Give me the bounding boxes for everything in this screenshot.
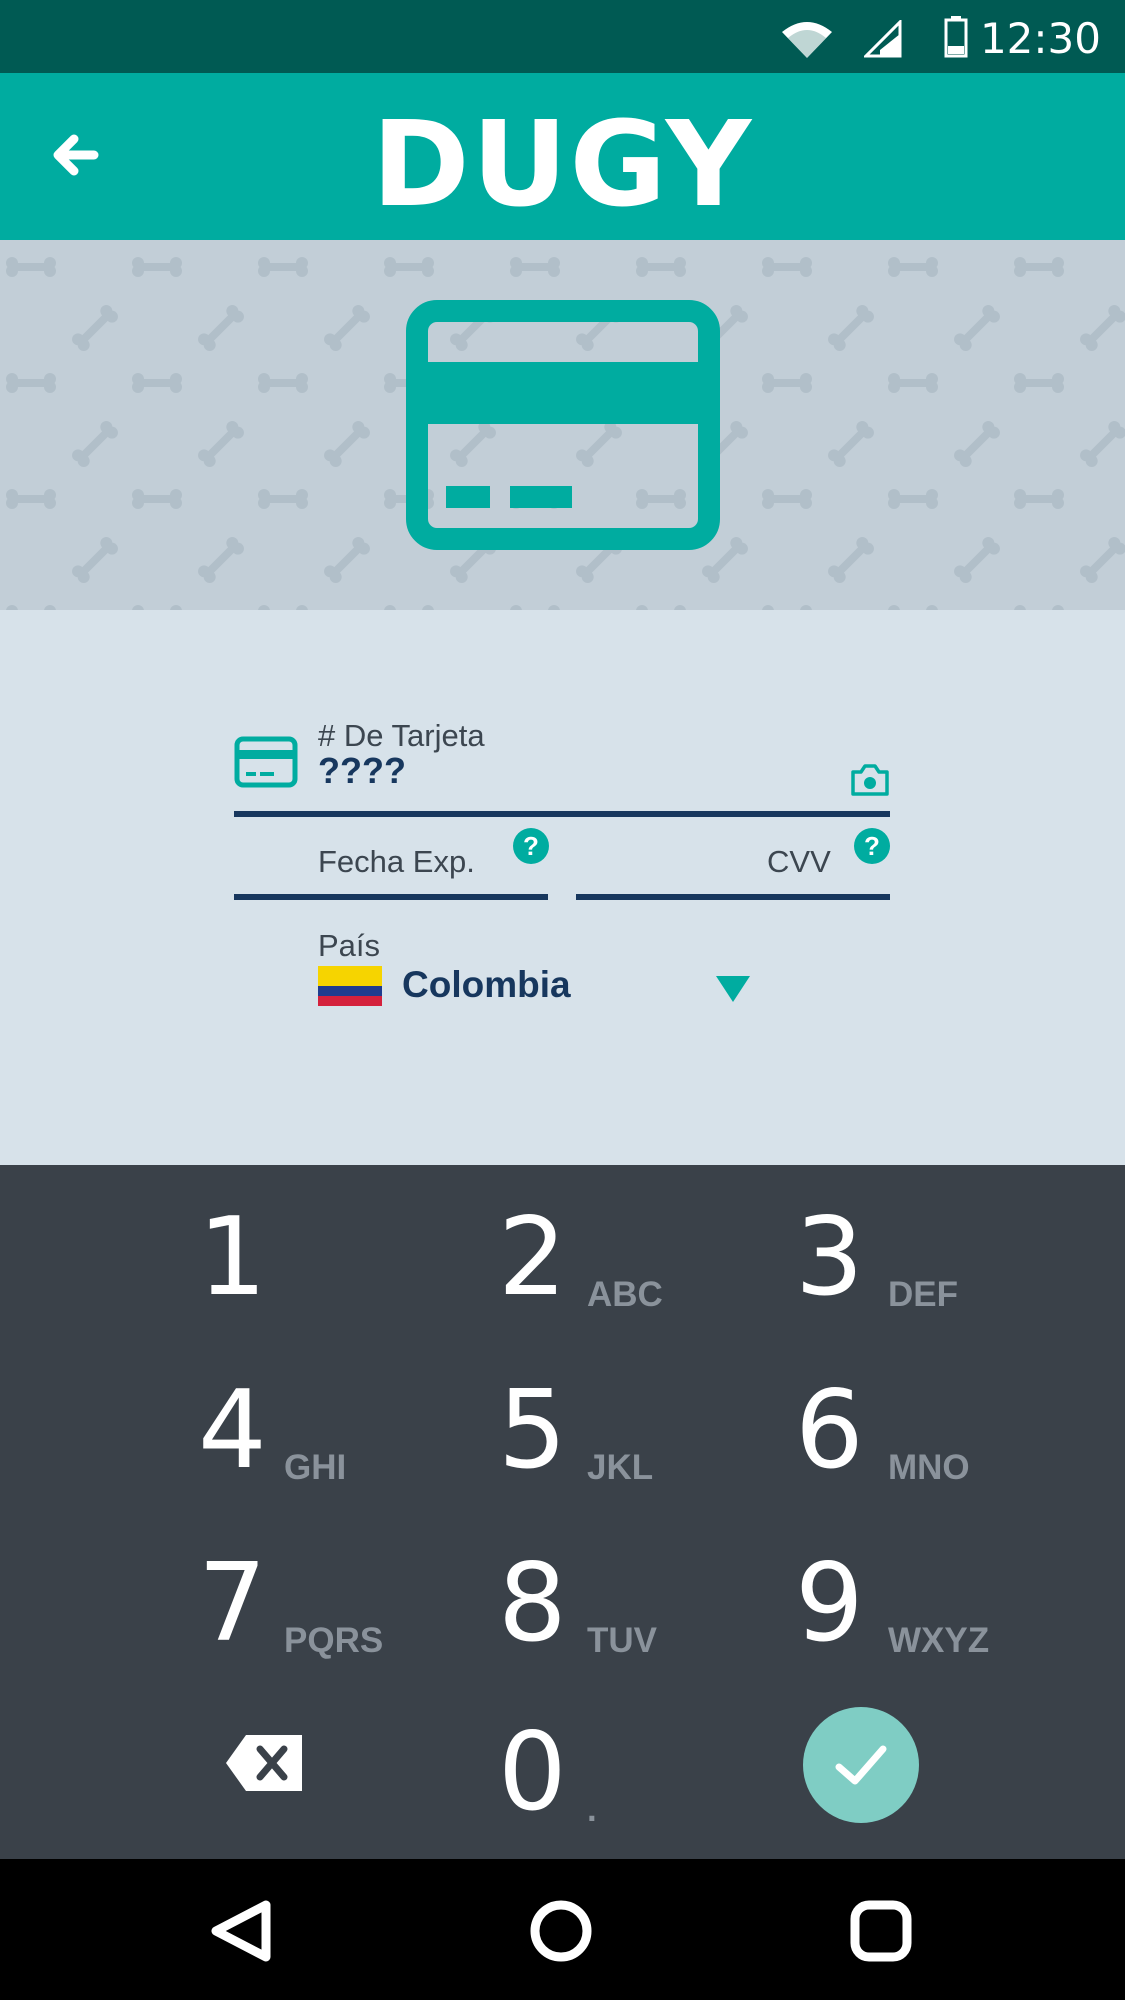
key-letters: JKL — [587, 1448, 654, 1487]
key-digit: 5 — [498, 1368, 567, 1493]
country-select[interactable]: Colombia — [402, 964, 571, 1006]
key-0[interactable]: 0 . — [498, 1700, 798, 1850]
numeric-keypad: 1 2 ABC 3 DEF 4 GHI 5 JKL 6 MNO 7 PQRS 8… — [0, 1165, 1125, 1859]
app-logo: DUGY — [371, 95, 754, 233]
key-digit: 3 — [795, 1195, 864, 1320]
confirm-button[interactable] — [803, 1707, 919, 1823]
key-5[interactable]: 5 JKL — [498, 1358, 798, 1508]
key-digit: 1 — [198, 1195, 267, 1320]
nav-recents-icon[interactable] — [848, 1899, 914, 1963]
clock: 12:30 — [979, 14, 1101, 63]
key-digit: 2 — [498, 1195, 567, 1320]
dropdown-arrow-icon[interactable] — [716, 976, 750, 1002]
key-9[interactable]: 9 WXYZ — [795, 1531, 1095, 1681]
key-letters: WXYZ — [888, 1621, 990, 1660]
key-letters: TUV — [587, 1621, 657, 1660]
key-letters: ABC — [587, 1275, 663, 1314]
key-letters: PQRS — [284, 1621, 384, 1660]
key-3[interactable]: 3 DEF — [795, 1185, 1095, 1335]
key-letters: DEF — [888, 1275, 958, 1314]
key-1[interactable]: 1 — [198, 1185, 498, 1335]
key-8[interactable]: 8 TUV — [498, 1531, 798, 1681]
expiry-underline — [234, 894, 548, 900]
key-digit: 7 — [198, 1541, 267, 1666]
key-7[interactable]: 7 PQRS — [198, 1531, 498, 1681]
camera-icon[interactable] — [849, 762, 891, 798]
cvv-field[interactable]: CVV — [767, 844, 831, 880]
cell-signal-icon — [864, 20, 902, 58]
key-4[interactable]: 4 GHI — [198, 1358, 498, 1508]
app-bar: DUGY — [0, 73, 1125, 240]
key-digit: 4 — [198, 1368, 267, 1493]
key-digit: 8 — [498, 1541, 567, 1666]
colombia-flag-icon — [318, 966, 382, 1006]
card-field-icon — [234, 736, 298, 788]
credit-card-icon — [406, 300, 720, 550]
wifi-icon — [782, 22, 832, 58]
status-bar: 12:30 — [0, 0, 1125, 73]
key-6[interactable]: 6 MNO — [795, 1358, 1095, 1508]
payment-form: # De Tarjeta ???? Fecha Exp. ? CVV ? Paí… — [0, 610, 1125, 1165]
country-label: País — [318, 928, 381, 963]
cvv-underline — [576, 894, 890, 900]
battery-icon — [944, 16, 968, 58]
key-digit: 0 — [498, 1710, 567, 1835]
hero-banner — [0, 240, 1125, 610]
expiry-field[interactable]: Fecha Exp. — [318, 844, 475, 880]
nav-home-icon[interactable] — [528, 1899, 594, 1963]
nav-back-icon[interactable] — [208, 1899, 274, 1963]
key-letters: MNO — [888, 1448, 970, 1487]
expiry-help-icon[interactable]: ? — [513, 828, 549, 864]
checkmark-icon — [835, 1745, 887, 1785]
key-digit: 9 — [795, 1541, 864, 1666]
card-number-input[interactable]: ???? — [318, 750, 406, 792]
cvv-help-icon[interactable]: ? — [854, 828, 890, 864]
key-decimal: . — [587, 1790, 597, 1829]
key-letters: GHI — [284, 1448, 347, 1487]
system-nav-bar — [0, 1859, 1125, 2000]
card-number-label: # De Tarjeta — [318, 718, 485, 753]
card-number-underline — [234, 811, 890, 817]
key-2[interactable]: 2 ABC — [498, 1185, 798, 1335]
key-digit: 6 — [795, 1368, 864, 1493]
backspace-icon[interactable] — [226, 1735, 302, 1791]
